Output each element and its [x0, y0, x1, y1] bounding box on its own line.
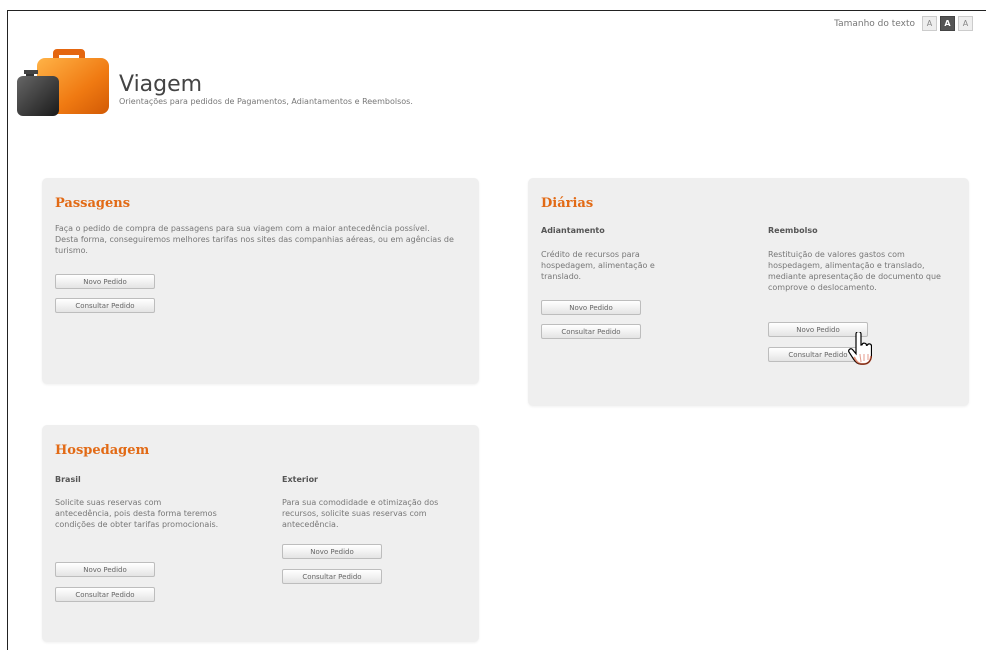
passagens-title: Passagens: [55, 196, 131, 211]
suitcase-icon: [17, 49, 109, 116]
passagens-card: Passagens Faça o pedido de compra de pas…: [42, 178, 479, 384]
reembolso-heading: Reembolso: [768, 226, 818, 235]
diarias-card: Diárias Adiantamento Crédito de recursos…: [528, 178, 969, 406]
brasil-consult-request-button[interactable]: Consultar Pedido: [55, 587, 155, 602]
adiantamento-new-request-button[interactable]: Novo Pedido: [541, 300, 641, 315]
diarias-title: Diárias: [541, 196, 594, 211]
page-header: Viagem Orientações para pedidos de Pagam…: [15, 40, 615, 120]
hospedagem-card: Hospedagem Brasil Solicite suas reservas…: [42, 425, 479, 642]
reembolso-text: Restituição de valores gastos com hosped…: [768, 250, 941, 292]
adiantamento-text: Crédito de recursos para hospedagem, ali…: [541, 250, 655, 281]
exterior-new-request-button[interactable]: Novo Pedido: [282, 544, 382, 559]
hand-pointer-icon: [848, 332, 872, 365]
exterior-heading: Exterior: [282, 475, 319, 484]
page-subtitle: Orientações para pedidos de Pagamentos, …: [119, 97, 413, 106]
brasil-new-request-button[interactable]: Novo Pedido: [55, 562, 155, 577]
adiantamento-consult-request-button[interactable]: Consultar Pedido: [541, 324, 641, 339]
brasil-heading: Brasil: [55, 475, 81, 484]
passagens-text: Faça o pedido de compra de passagens par…: [55, 224, 454, 255]
exterior-consult-request-button[interactable]: Consultar Pedido: [282, 569, 382, 584]
passagens-consult-request-button[interactable]: Consultar Pedido: [55, 298, 155, 313]
diarias-adiantamento-column: Adiantamento Crédito de recursos para ho…: [541, 226, 691, 396]
hospedagem-brasil-column: Brasil Solicite suas reservas com antece…: [55, 475, 225, 635]
passagens-new-request-button[interactable]: Novo Pedido: [55, 274, 155, 289]
brasil-text: Solicite suas reservas com antecedência,…: [55, 498, 219, 529]
text-size-small-button[interactable]: A: [922, 16, 937, 31]
exterior-text: Para sua comodidade e otimização dos rec…: [282, 498, 439, 529]
text-size-label: Tamanho do texto: [834, 18, 915, 29]
text-size-control: Tamanho do texto A A A: [834, 16, 973, 31]
adiantamento-heading: Adiantamento: [541, 226, 605, 235]
hospedagem-title: Hospedagem: [55, 443, 150, 458]
page-title: Viagem: [119, 72, 203, 97]
text-size-medium-button[interactable]: A: [940, 16, 955, 31]
hospedagem-exterior-column: Exterior Para sua comodidade e otimizaçã…: [282, 475, 462, 635]
diarias-reembolso-column: Reembolso Restituição de valores gastos …: [768, 226, 958, 396]
text-size-large-button[interactable]: A: [958, 16, 973, 31]
